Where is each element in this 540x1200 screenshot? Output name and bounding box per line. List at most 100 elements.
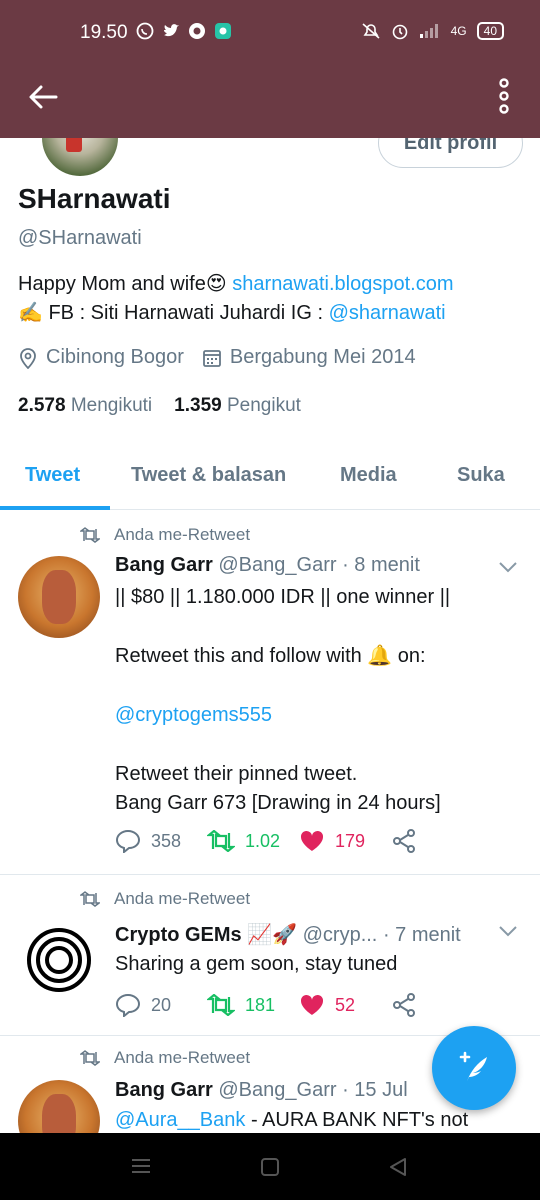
tweet-text: Sharing a gem soon, stay tuned: [115, 950, 520, 979]
retweet-indicator: Anda me-Retweet: [80, 889, 250, 909]
following-label: Mengikuti: [70, 395, 153, 416]
bio-mention[interactable]: @sharnawati: [329, 302, 446, 324]
tweet-header: Bang Garr @Bang_Garr · 15 Jul: [115, 1079, 408, 1102]
avatar[interactable]: [18, 1080, 100, 1133]
location-pin-icon: [20, 347, 36, 369]
retweet-label: Anda me-Retweet: [114, 1048, 251, 1067]
tab-likes[interactable]: Suka: [457, 450, 505, 487]
chevron-down-icon[interactable]: [498, 561, 518, 573]
tweet-item[interactable]: Anda me-Retweet Bang Garr @Bang_Garr · 8…: [0, 511, 540, 875]
tweet-actions: 20 181 52: [115, 993, 417, 1017]
home-nav-icon[interactable]: [260, 1157, 280, 1177]
reply-count: 358: [151, 830, 182, 851]
heart-icon: [300, 830, 324, 851]
tweet-item[interactable]: Anda me-Retweet Crypto GEMs 📈🚀 @cryp... …: [0, 875, 540, 1036]
tab-tweet-replies[interactable]: Tweet & balasan: [131, 450, 286, 487]
author-name[interactable]: Bang Garr: [115, 1079, 213, 1101]
app-bar: 19.50 4G 40: [0, 0, 540, 138]
profile-name: SHarnawati: [18, 183, 171, 214]
notification-icons: [136, 22, 232, 40]
avatar[interactable]: [18, 556, 100, 638]
calendar-icon: [202, 349, 221, 367]
location-text: Cibinong Bogor: [46, 346, 184, 368]
tweet-line: || $80 || 1.180.000 IDR || one winner ||: [115, 586, 451, 608]
followers-count: 1.359: [174, 395, 222, 416]
join-date: Bergabung Mei 2014: [202, 346, 416, 369]
chrome-icon: [189, 23, 205, 39]
followers-label: Pengikut: [226, 395, 301, 416]
concentric-circles-logo: [27, 928, 91, 992]
author-name[interactable]: Crypto GEMs 📈🚀: [115, 924, 297, 946]
share-icon[interactable]: [391, 993, 417, 1017]
retweet-button[interactable]: 1.02: [207, 830, 299, 852]
signal-icon: [419, 24, 438, 38]
tab-media[interactable]: Media: [340, 450, 397, 487]
tweet-line: Bang Garr 673 [Drawing in 24 hours]: [115, 792, 441, 814]
bio-line2: ✍️ FB : Siti Harnawati Juhardi IG :: [18, 302, 329, 324]
like-count: 52: [335, 994, 356, 1015]
system-icons: 4G 40: [361, 22, 504, 40]
more-options-icon[interactable]: [496, 78, 512, 114]
whatsapp-icon: [136, 22, 154, 40]
like-button[interactable]: 179: [299, 829, 391, 853]
author-name[interactable]: Bang Garr: [115, 554, 213, 576]
tweet-mention[interactable]: @Aura__Bank: [115, 1109, 245, 1131]
reply-button[interactable]: 20: [115, 993, 207, 1017]
tweet-time: · 8 menit: [342, 554, 420, 576]
follow-stats: 2.578 Mengikuti 1.359 Pengikut: [18, 395, 301, 417]
back-arrow-icon[interactable]: [26, 80, 60, 114]
author-handle: @cryp...: [302, 924, 378, 946]
tweet-time: · 7 menit: [382, 924, 461, 946]
share-icon[interactable]: [391, 829, 417, 853]
alarm-icon: [392, 24, 407, 40]
profile-tabs: Tweet Tweet & balasan Media Suka: [0, 450, 540, 510]
join-date-text: Bergabung Mei 2014: [229, 346, 416, 368]
compose-tweet-button[interactable]: [432, 1026, 516, 1110]
tweet-mention[interactable]: @cryptogems555: [115, 701, 520, 730]
status-bar: 19.50 4G 40: [0, 0, 540, 64]
tab-tweet[interactable]: Tweet: [25, 450, 80, 487]
retweet-small-icon: [80, 527, 100, 543]
tweet-line: Retweet this and follow with 🔔 on:: [115, 645, 426, 667]
author-handle: @Bang_Garr: [218, 1079, 337, 1101]
bio-text: Happy Mom and wife😍: [18, 273, 227, 295]
app-notification-icon: [215, 23, 231, 39]
tweet-header: Crypto GEMs 📈🚀 @cryp... · 7 menit: [115, 922, 461, 947]
retweet-label: Anda me-Retweet: [114, 525, 251, 544]
tweet-actions: 358 1.02 179: [115, 829, 417, 853]
status-time: 19.50: [80, 22, 128, 43]
retweet-small-icon: [80, 891, 100, 907]
retweet-small-icon: [80, 1050, 100, 1066]
reply-button[interactable]: 358: [115, 829, 207, 853]
retweet-button[interactable]: 181: [207, 994, 299, 1016]
tweet-line: Sharing a gem soon, stay tuned: [115, 953, 398, 975]
retweet-count: 1.02: [245, 830, 281, 851]
like-count: 179: [335, 830, 366, 851]
chevron-down-icon[interactable]: [498, 925, 518, 937]
tweet-line: - AURA BANK NFT's not: [245, 1109, 469, 1131]
following-stat[interactable]: 2.578 Mengikuti: [18, 395, 152, 417]
location: Cibinong Bogor: [18, 346, 184, 369]
bio-link[interactable]: sharnawati.blogspot.com: [232, 273, 453, 295]
menu-nav-icon[interactable]: [130, 1157, 152, 1175]
system-navigation-bar: [0, 1133, 540, 1200]
profile-handle: @SHarnawati: [18, 227, 142, 249]
retweet-icon: [207, 994, 235, 1016]
mute-icon: [362, 23, 380, 39]
tweet-header: Bang Garr @Bang_Garr · 8 menit: [115, 554, 420, 577]
like-button[interactable]: 52: [299, 993, 391, 1017]
reply-count: 20: [151, 994, 172, 1015]
profile-meta: Cibinong Bogor Bergabung Mei 2014: [18, 346, 416, 369]
avatar[interactable]: [18, 919, 100, 1001]
tweet-line: Retweet their pinned tweet.: [115, 763, 358, 785]
battery-icon: 40: [476, 22, 504, 40]
retweet-indicator: Anda me-Retweet: [80, 1048, 250, 1068]
retweet-count: 181: [245, 994, 276, 1015]
retweet-indicator: Anda me-Retweet: [80, 525, 250, 545]
author-handle: @Bang_Garr: [218, 554, 337, 576]
followers-stat[interactable]: 1.359 Pengikut: [174, 395, 301, 417]
back-nav-icon[interactable]: [388, 1157, 408, 1177]
tweet-text: @Aura__Bank - AURA BANK NFT's not: [115, 1106, 520, 1133]
tweet-text: || $80 || 1.180.000 IDR || one winner ||…: [115, 583, 520, 818]
tab-indicator: [0, 506, 110, 510]
